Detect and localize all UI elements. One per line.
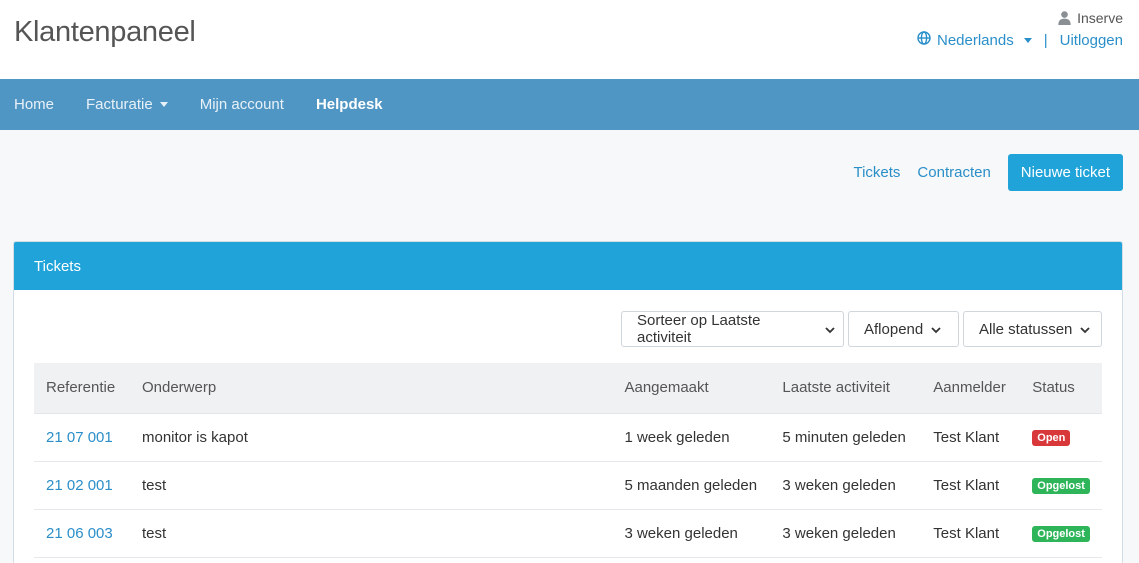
status-badge: Open	[1032, 430, 1071, 446]
nav-item-home[interactable]: Home	[0, 96, 70, 113]
top-links: Nederlands | Uitloggen	[917, 31, 1123, 49]
table-row[interactable]: 21 02 001 test 5 maanden geleden 3 weken…	[34, 461, 1102, 510]
chevron-down-icon	[1080, 321, 1091, 338]
user-name: Inserve	[1077, 10, 1123, 26]
status-badge: Opgelost	[1032, 478, 1090, 494]
column-header[interactable]: Onderwerp	[129, 363, 613, 414]
status-badge: Opgelost	[1032, 526, 1090, 542]
tickets-link[interactable]: Tickets	[853, 164, 900, 181]
chevron-down-icon	[159, 102, 168, 107]
column-header[interactable]: Aanmelder	[921, 363, 1021, 414]
nav-item-helpdesk[interactable]: Helpdesk	[300, 96, 399, 113]
nav-item-mijn-account[interactable]: Mijn account	[184, 96, 300, 113]
order-select[interactable]: Aflopend	[848, 311, 959, 347]
order-select-value: Aflopend	[864, 320, 924, 338]
ticket-created: 5 maanden geleden	[612, 461, 771, 510]
column-header[interactable]: Status	[1020, 363, 1102, 414]
main-nav: Home Facturatie Mijn account Helpdesk	[0, 79, 1139, 130]
user-icon	[1058, 11, 1071, 25]
ticket-filters: Sorteer op Laatste activiteit Aflopend A…	[621, 311, 1102, 347]
globe-icon	[917, 31, 931, 49]
user-info: Inserve	[1058, 10, 1123, 26]
column-header[interactable]: Aangemaakt	[612, 363, 771, 414]
nav-item-label: Mijn account	[199, 96, 284, 113]
nav-item-label: Home	[14, 96, 55, 113]
ticket-status-cell: Open	[1020, 413, 1102, 462]
ticket-subject: test	[129, 509, 613, 558]
ticket-created: 1 week geleden	[612, 413, 771, 462]
ticket-reporter: Test Klant	[921, 413, 1021, 462]
ticket-reference-link[interactable]: 21 07 001	[34, 413, 130, 462]
helpdesk-actions: Tickets Contracten Nieuwe ticket	[853, 154, 1123, 191]
contracts-link[interactable]: Contracten	[917, 164, 990, 181]
ticket-reference-link[interactable]: 21 02 001	[34, 461, 130, 510]
table-row[interactable]: 21 07 001 monitor is kapot 1 week gelede…	[34, 413, 1102, 462]
app-title: Klantenpaneel	[14, 16, 196, 48]
chevron-down-icon	[825, 321, 835, 338]
nav-item-label: Helpdesk	[315, 96, 383, 113]
table-row[interactable]: 21 06 003 test 3 weken geleden 3 weken g…	[34, 509, 1102, 558]
chevron-down-icon	[1023, 37, 1032, 43]
ticket-last-activity: 3 weken geleden	[770, 461, 922, 510]
language-selector[interactable]: Nederlands	[917, 31, 1032, 49]
column-header[interactable]: Laatste activiteit	[770, 363, 922, 414]
sort-select[interactable]: Sorteer op Laatste activiteit	[621, 311, 844, 347]
ticket-reference-link[interactable]: 21 06 003	[34, 509, 130, 558]
table-header-row: Referentie Onderwerp Aangemaakt Laatste …	[34, 363, 1102, 414]
nav-item-label: Facturatie	[86, 96, 153, 113]
nav-item-facturatie[interactable]: Facturatie	[70, 96, 184, 113]
ticket-reporter: Test Klant	[921, 461, 1021, 510]
panel-title: Tickets	[14, 242, 1122, 290]
chevron-down-icon	[931, 321, 941, 338]
ticket-last-activity: 3 weken geleden	[770, 509, 922, 558]
ticket-reporter: Test Klant	[921, 509, 1021, 558]
ticket-status-cell: Opgelost	[1020, 461, 1102, 510]
new-ticket-button[interactable]: Nieuwe ticket	[1007, 154, 1123, 191]
link-separator: |	[1043, 31, 1048, 49]
tickets-panel: Tickets Sorteer op Laatste activiteit Af…	[13, 241, 1123, 563]
ticket-created: 3 weken geleden	[612, 509, 771, 558]
ticket-last-activity: 5 minuten geleden	[770, 413, 922, 462]
status-select[interactable]: Alle statussen	[963, 311, 1102, 347]
ticket-status-cell: Opgelost	[1020, 509, 1102, 558]
tickets-table: Referentie Onderwerp Aangemaakt Laatste …	[34, 363, 1102, 558]
column-header[interactable]: Referentie	[34, 363, 130, 414]
language-label: Nederlands	[936, 31, 1014, 49]
top-bar: Klantenpaneel Inserve Nederlands | Uitlo…	[0, 0, 1139, 79]
ticket-subject: monitor is kapot	[129, 413, 613, 462]
logout-link[interactable]: Uitloggen	[1060, 32, 1123, 49]
ticket-subject: test	[129, 461, 613, 510]
status-select-value: Alle statussen	[979, 320, 1073, 338]
sort-select-value: Sorteer op Laatste activiteit	[637, 312, 761, 346]
